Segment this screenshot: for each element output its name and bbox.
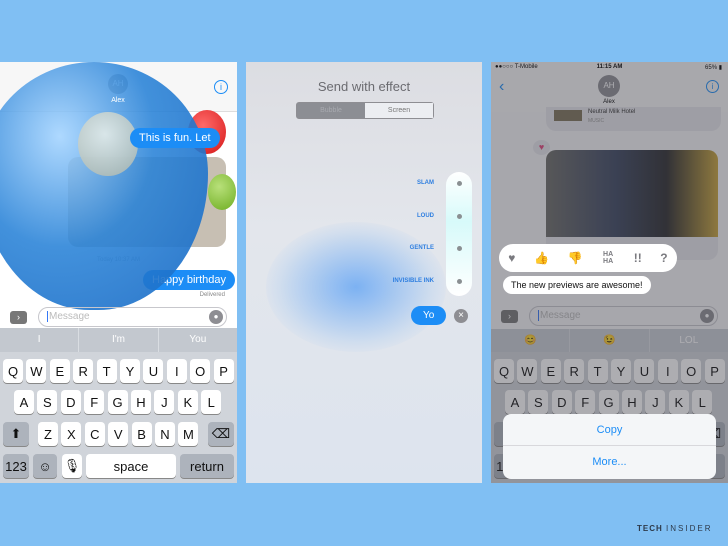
selected-message[interactable]: The new previews are awesome! (503, 276, 651, 294)
key-l[interactable]: L (201, 390, 222, 414)
info-icon[interactable]: i (214, 80, 228, 94)
blue-glow (266, 222, 446, 352)
suggestion[interactable]: I'm (79, 328, 159, 352)
delivered-status: Delivered (199, 292, 225, 298)
key-o[interactable]: O (190, 359, 211, 383)
balloon-effect-screen: AH i Today 10:37 AM Happy birthday Deliv… (0, 62, 237, 483)
effect-dot[interactable] (457, 246, 462, 251)
key-b[interactable]: B (131, 422, 152, 446)
message-input[interactable]: Message ● (38, 307, 227, 327)
effect-dot[interactable] (457, 181, 462, 186)
effect-picker-track (446, 172, 472, 296)
key-c[interactable]: C (84, 422, 105, 446)
microphone-icon[interactable]: ● (209, 310, 223, 324)
contact-name: Alex (111, 97, 125, 104)
key-v[interactable]: V (108, 422, 129, 446)
thumbs-down-icon[interactable]: 👎 (568, 251, 583, 265)
copy-button[interactable]: Copy (503, 414, 716, 446)
key-h[interactable]: H (131, 390, 151, 414)
key-w[interactable]: W (26, 359, 47, 383)
app-drawer-button[interactable]: › (10, 310, 27, 324)
shift-key[interactable]: ⬆ (3, 422, 29, 446)
key-r[interactable]: R (73, 359, 94, 383)
key-e[interactable]: E (49, 359, 70, 383)
tapback-screen: ●●○○○ T-Mobile 11:15 AM 65% ▮ ‹ AH Alex … (491, 62, 728, 483)
effect-loud[interactable]: LOUD (417, 213, 434, 219)
effect-title: Send with effect (317, 79, 411, 94)
context-menu: Copy More... (503, 414, 716, 479)
tech-insider-logo: TECH INSIDER (637, 524, 713, 533)
key-a[interactable]: A (14, 390, 34, 414)
placeholder: Message (49, 311, 90, 322)
message-preview: Yo (411, 306, 447, 325)
key-u[interactable]: U (143, 359, 164, 383)
green-balloon (208, 174, 236, 210)
suggestion-bar: I I'm You (0, 328, 237, 352)
key-q[interactable]: Q (3, 359, 23, 383)
key-f[interactable]: F (84, 390, 105, 414)
cancel-icon[interactable]: × (454, 309, 468, 323)
white-balloon (78, 112, 138, 176)
thumbs-up-icon[interactable]: 👍 (534, 251, 549, 265)
exclamation-icon[interactable]: !! (634, 251, 642, 265)
delete-key[interactable]: ⌫ (208, 422, 234, 446)
keyboard: QWERTYUIOP ASDFGHJKL ⬆ ZXCVBNM ⌫ 123☺🎙spacere… (0, 352, 237, 483)
key-d[interactable]: D (60, 390, 81, 414)
key-n[interactable]: N (155, 422, 175, 446)
send-with-effect-screen: Send with effect Bubble Screen SLAM LOUD G… (246, 62, 482, 483)
effect-gentle[interactable]: GENTLE (410, 245, 434, 251)
effect-dot[interactable] (457, 213, 462, 219)
haha-icon[interactable]: HA HA (601, 251, 615, 265)
more-button[interactable]: More... (503, 446, 716, 479)
heart-icon[interactable]: ♥ (508, 251, 515, 265)
return-key[interactable]: return (180, 454, 234, 478)
key-p[interactable]: P (213, 359, 234, 383)
key-y[interactable]: Y (120, 359, 140, 383)
effect-dot[interactable] (457, 278, 462, 284)
numbers-key[interactable]: 123 (3, 454, 29, 478)
suggestion[interactable]: I (0, 328, 80, 352)
key-k[interactable]: K (177, 390, 198, 414)
dictation-key[interactable]: 🎙 (62, 454, 82, 478)
key-z[interactable]: Z (38, 422, 58, 446)
key-x[interactable]: X (61, 422, 82, 446)
key-s[interactable]: S (37, 390, 58, 414)
key-i[interactable]: I (166, 359, 187, 383)
key-m[interactable]: M (178, 422, 199, 446)
space-key[interactable]: space (86, 454, 176, 478)
question-icon[interactable]: ? (660, 251, 667, 265)
tapback-bar: ♥ 👍 👎 HA HA !! ? (499, 244, 677, 272)
effect-invisible-ink[interactable]: INVISIBLE INK (393, 278, 434, 284)
effect-segmented-control: Bubble Screen (296, 102, 434, 119)
tab-screen[interactable]: Screen (365, 103, 433, 118)
key-j[interactable]: J (154, 390, 175, 414)
key-t[interactable]: T (96, 359, 117, 383)
emoji-key[interactable]: ☺ (33, 454, 57, 478)
tab-bubble[interactable]: Bubble (297, 103, 365, 118)
key-g[interactable]: G (107, 390, 128, 414)
effect-slam[interactable]: SLAM (417, 180, 434, 186)
message-bubble[interactable]: This is fun. Let (130, 128, 220, 148)
suggestion[interactable]: You (159, 328, 237, 352)
